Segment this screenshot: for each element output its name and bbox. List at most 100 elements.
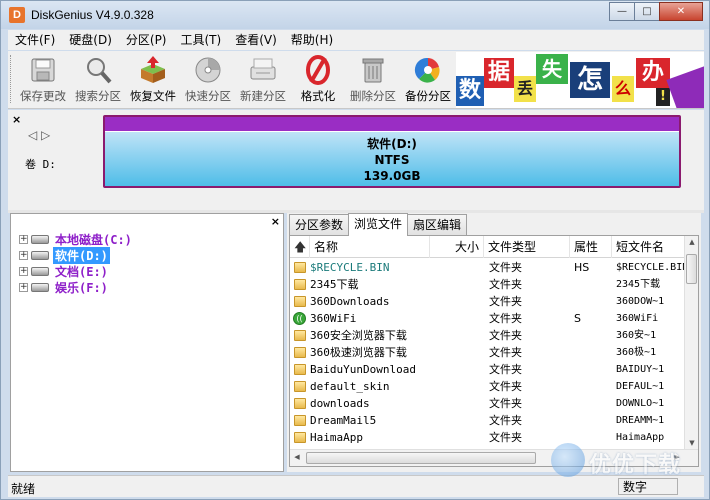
expand-icon[interactable]: +: [19, 234, 28, 244]
tree-item-label: 文档(E:): [55, 264, 108, 279]
banner-char: 丢: [514, 76, 536, 102]
new-partition-icon: [248, 55, 278, 85]
file-name: 2345下载: [310, 278, 359, 291]
maximize-button[interactable]: □: [634, 2, 660, 21]
file-name: $RECYCLE.BIN: [310, 261, 390, 274]
menu-tools[interactable]: 工具(T): [174, 30, 229, 50]
menu-file[interactable]: 文件(F): [8, 30, 62, 50]
drive-icon: [31, 250, 49, 260]
file-row[interactable]: DreamMail5 文件夹 DREAMM~1: [290, 412, 686, 429]
save-changes-button[interactable]: 保存更改: [16, 55, 70, 104]
menu-view[interactable]: 查看(V): [228, 30, 284, 50]
folder-icon: [294, 279, 306, 290]
column-type[interactable]: 文件类型: [484, 236, 570, 258]
tab-strip: 分区参数 浏览文件 扇区编辑: [289, 213, 468, 236]
file-row[interactable]: (( 360WiFi 文件夹 S 360WiFi: [290, 310, 686, 327]
new-partition-button[interactable]: 新建分区: [236, 55, 290, 104]
title-bar[interactable]: D DiskGenius V4.9.0.328 — □ ✕: [1, 1, 709, 29]
tree-item[interactable]: + 本地磁盘(C:): [19, 231, 134, 247]
file-type: 文件夹: [489, 295, 522, 308]
file-list: 🡅 名称 大小 文件类型 属性 短文件名 $RECYCLE.BIN 文件夹 HS…: [289, 235, 699, 467]
file-row[interactable]: $RECYCLE.BIN 文件夹 HS $RECYCLE.BIN: [290, 259, 686, 276]
banner-char: 怎: [570, 62, 610, 98]
file-attr: [574, 344, 604, 361]
vertical-scrollbar[interactable]: ▲ ▼: [684, 236, 698, 449]
tree-item[interactable]: + 文档(E:): [19, 263, 110, 279]
banner-char: 办: [636, 58, 670, 88]
tab-sector-editor[interactable]: 扇区编辑: [407, 214, 468, 235]
folder-icon: [294, 364, 306, 375]
file-short-name: DREAMM~1: [616, 415, 665, 426]
menu-disk[interactable]: 硬盘(D): [62, 30, 119, 50]
recover-files-button[interactable]: 恢复文件: [126, 55, 180, 104]
column-size[interactable]: 大小: [430, 236, 484, 258]
minimize-button[interactable]: —: [609, 2, 635, 21]
trash-icon: [358, 55, 388, 85]
file-row[interactable]: 360安全浏览器下载 文件夹 360安~1: [290, 327, 686, 344]
tree-item[interactable]: + 软件(D:): [19, 246, 110, 264]
watermark-logo-icon: [551, 443, 585, 477]
file-row[interactable]: 360极速浏览器下载 文件夹 360极~1: [290, 344, 686, 361]
banner-char: 据: [484, 58, 514, 88]
expand-icon[interactable]: +: [19, 250, 28, 260]
scroll-up-icon[interactable]: ▲: [685, 238, 698, 246]
file-name: BaiduYunDownload: [310, 363, 416, 376]
file-name: 360WiFi: [310, 312, 357, 325]
disk-bar[interactable]: 软件(D:) NTFS 139.0GB: [103, 115, 681, 188]
file-type: 文件夹: [489, 278, 522, 291]
file-name: 360极速浏览器下载: [310, 346, 407, 359]
folder-icon: [294, 347, 306, 358]
file-attr: [574, 293, 604, 310]
disk-map-area: × ◁ ▷ 卷 D: 软件(D:) NTFS 139.0GB: [8, 110, 704, 210]
backup-partition-button[interactable]: 备份分区: [401, 55, 455, 104]
file-row[interactable]: 360Downloads 文件夹 360DOW~1: [290, 293, 686, 310]
volume-label: 卷 D:: [25, 158, 56, 171]
drive-icon: [31, 234, 49, 244]
file-row[interactable]: BaiduYunDownload 文件夹 BAIDUY~1: [290, 361, 686, 378]
disk-nav-arrows[interactable]: ◁ ▷: [28, 128, 50, 142]
menu-partition[interactable]: 分区(P): [119, 30, 174, 50]
tree-item[interactable]: + 娱乐(F:): [19, 279, 110, 295]
file-type: 文件夹: [489, 363, 522, 376]
tab-browse-files[interactable]: 浏览文件: [348, 213, 409, 236]
menu-help[interactable]: 帮助(H): [284, 30, 340, 50]
column-short-name[interactable]: 短文件名: [612, 236, 686, 258]
expand-icon[interactable]: +: [19, 266, 28, 276]
toolbar-grip[interactable]: [10, 55, 13, 103]
format-button[interactable]: 格式化: [291, 55, 345, 104]
folder-icon: [294, 432, 306, 443]
app-logo-icon: D: [9, 7, 25, 23]
quick-partition-button[interactable]: 快速分区: [181, 55, 235, 104]
file-row[interactable]: downloads 文件夹 DOWNLO~1: [290, 395, 686, 412]
search-partition-button[interactable]: 搜索分区: [71, 55, 125, 104]
file-short-name: $RECYCLE.BIN: [616, 262, 686, 273]
toolbar-label: 搜索分区: [75, 89, 121, 103]
toolbar-label: 恢复文件: [130, 89, 176, 103]
ad-banner[interactable]: 数 据 丢 失 怎 么 办 !: [456, 52, 704, 108]
format-icon: [303, 55, 333, 85]
file-row[interactable]: default_skin 文件夹 DEFAUL~1: [290, 378, 686, 395]
horizontal-scroll-thumb[interactable]: [306, 452, 536, 464]
disk-map-close-icon[interactable]: ×: [12, 113, 21, 126]
scroll-left-icon[interactable]: ◀: [290, 453, 304, 461]
file-type: 文件夹: [489, 346, 522, 359]
expand-icon[interactable]: +: [19, 282, 28, 292]
file-row[interactable]: 2345下载 文件夹 2345下载: [290, 276, 686, 293]
column-name[interactable]: 名称: [310, 236, 430, 258]
column-attr[interactable]: 属性: [570, 236, 612, 258]
toolbar-label: 备份分区: [405, 89, 451, 103]
delete-partition-button[interactable]: 删除分区: [346, 55, 400, 104]
file-list-header: 🡅 名称 大小 文件类型 属性 短文件名: [290, 236, 686, 258]
file-attr: [574, 412, 604, 429]
tree-close-icon[interactable]: ×: [271, 215, 280, 228]
drive-icon: [31, 266, 49, 276]
tab-partition-params[interactable]: 分区参数: [289, 214, 350, 235]
vertical-scroll-thumb[interactable]: [686, 254, 697, 284]
partition-block[interactable]: 软件(D:) NTFS 139.0GB: [105, 132, 679, 186]
folder-icon: [294, 262, 306, 273]
up-arrow-icon[interactable]: 🡅: [290, 236, 310, 258]
wifi-icon: ((: [293, 312, 306, 325]
file-short-name: 2345下载: [616, 279, 661, 290]
close-button[interactable]: ✕: [659, 2, 703, 21]
file-attr: [574, 361, 604, 378]
